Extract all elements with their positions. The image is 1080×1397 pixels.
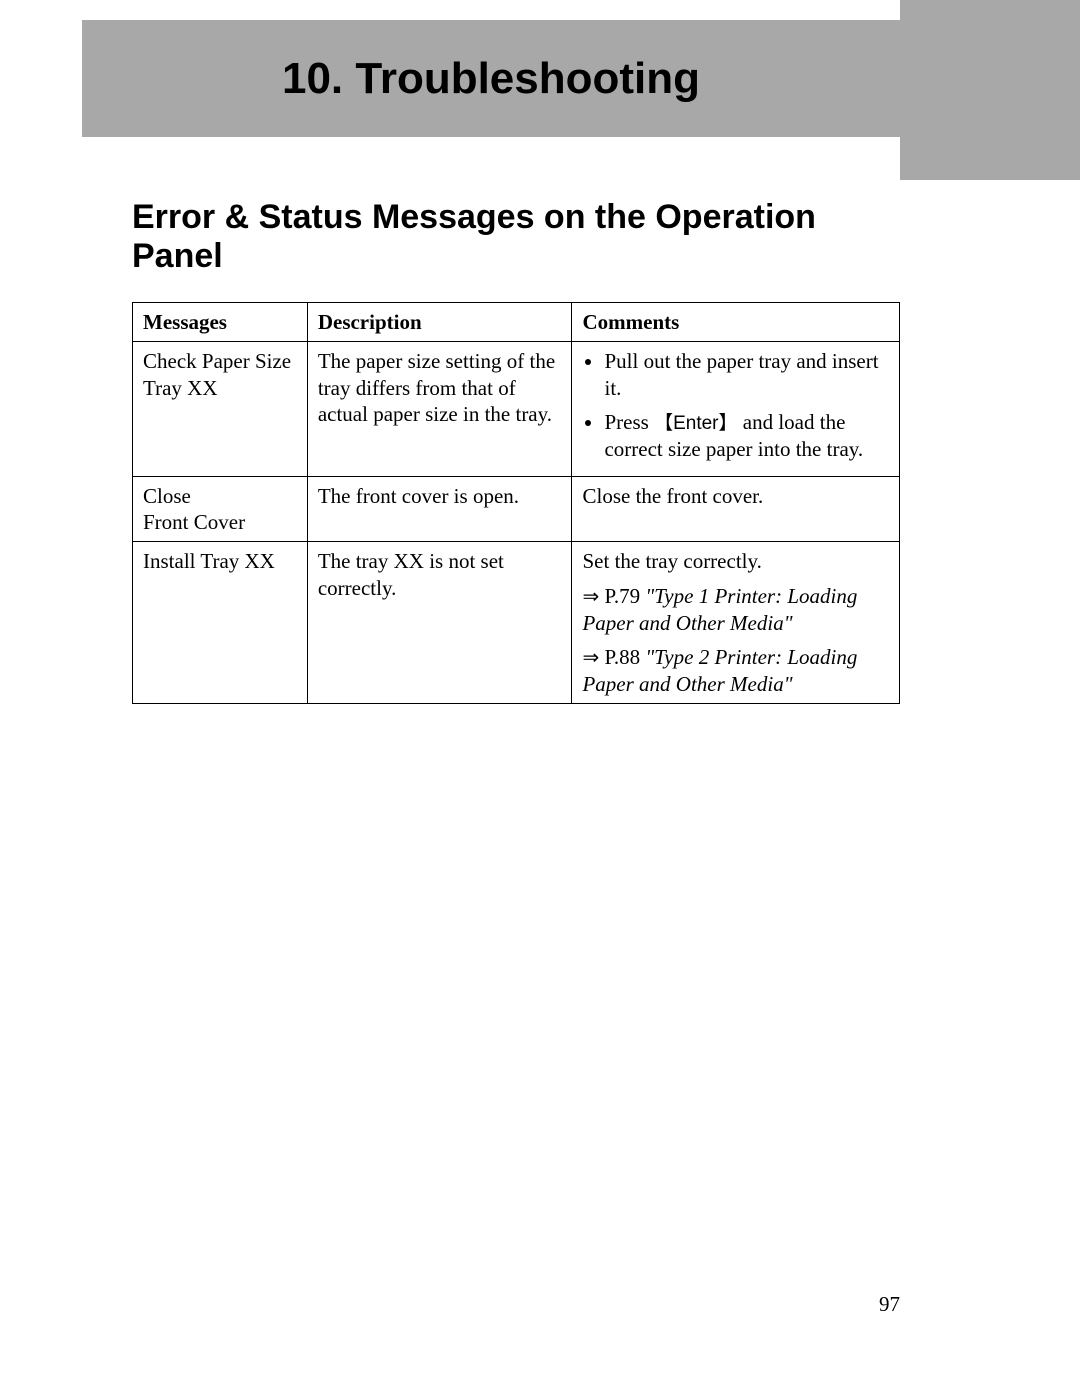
chapter-number: 10. [282, 54, 343, 103]
table-header-row: Messages Description Comments [133, 303, 900, 342]
chapter-name: Troubleshooting [355, 54, 700, 103]
message-line1: Check Paper Size [143, 348, 297, 374]
page-number: 97 [0, 1292, 900, 1317]
cell-comments: Set the tray correctly. ⇒ P.79 "Type 1 P… [572, 542, 900, 704]
cross-reference: ⇒ P.79 "Type 1 Printer: Loading Paper an… [582, 583, 889, 636]
cell-description: The tray XX is not set correctly. [307, 542, 572, 704]
cell-description: The front cover is open. [307, 476, 572, 542]
chapter-tab-block [900, 0, 1080, 180]
cell-message: Close Front Cover [133, 476, 308, 542]
table-row: Close Front Cover The front cover is ope… [133, 476, 900, 542]
ref-page: P.79 [605, 584, 641, 608]
cell-comments: Close the front cover. [572, 476, 900, 542]
cell-message: Install Tray XX [133, 542, 308, 704]
cell-comments: Pull out the paper tray and insert it. P… [572, 342, 900, 477]
header-messages: Messages [133, 303, 308, 342]
chapter-header-banner: 10. Troubleshooting [82, 20, 900, 137]
message-line2: Front Cover [143, 509, 297, 535]
cell-message: Check Paper Size Tray XX [133, 342, 308, 477]
messages-table: Messages Description Comments Check Pape… [132, 302, 900, 704]
cell-description: The paper size setting of the tray diffe… [307, 342, 572, 477]
list-item: Press Enter and load the correct size pa… [604, 409, 889, 462]
comment-line: Set the tray correctly. [582, 548, 889, 574]
section-title: Error & Status Messages on the Operation… [132, 198, 900, 276]
comments-list: Pull out the paper tray and insert it. P… [582, 348, 889, 462]
ref-page: P.88 [605, 645, 641, 669]
arrow-icon: ⇒ [582, 586, 599, 608]
content-area: Error & Status Messages on the Operation… [132, 170, 900, 704]
enter-key-label: Enter [654, 413, 737, 434]
page: 10. Troubleshooting Error & Status Messa… [0, 0, 1080, 1397]
header-description: Description [307, 303, 572, 342]
header-comments: Comments [572, 303, 900, 342]
arrow-icon: ⇒ [582, 647, 599, 669]
table-row: Install Tray XX The tray XX is not set c… [133, 542, 900, 704]
table-row: Check Paper Size Tray XX The paper size … [133, 342, 900, 477]
list-item: Pull out the paper tray and insert it. [604, 348, 889, 401]
cross-reference: ⇒ P.88 "Type 2 Printer: Loading Paper an… [582, 644, 889, 697]
text-fragment: Press [604, 410, 654, 434]
chapter-title: 10. Troubleshooting [282, 54, 700, 104]
message-line1: Close [143, 483, 297, 509]
message-line2: Tray XX [143, 375, 297, 401]
